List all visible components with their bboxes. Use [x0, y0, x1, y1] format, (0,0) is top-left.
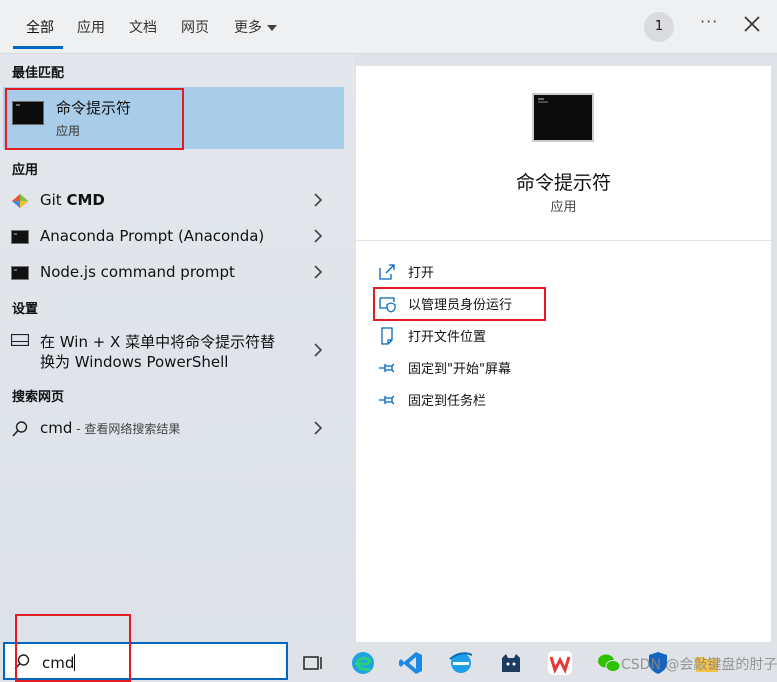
edge-browser-icon[interactable] [350, 650, 376, 676]
action-label: 固定到任务栏 [408, 394, 487, 409]
app-item-nodejs-prompt[interactable]: Node.js command prompt [0, 255, 340, 289]
app-item-label: Anaconda Prompt (Anaconda) [40, 227, 265, 245]
ie-browser-icon[interactable] [448, 650, 474, 676]
action-label: 打开 [408, 266, 435, 281]
section-web-search: 搜索网页 [12, 390, 65, 405]
tab-more-label: 更多 [234, 20, 262, 36]
top-bar: 全部 应用 文档 网页 更多 1 ··· [0, 0, 777, 54]
annotation-box-best-match [5, 88, 184, 150]
web-search-label: cmd - 查看网络搜索结果 [40, 419, 181, 437]
pin-icon [379, 363, 395, 373]
app-item-git-cmd[interactable]: Git CMD [0, 183, 340, 217]
section-apps: 应用 [12, 163, 39, 178]
tab-web[interactable]: 网页 [181, 17, 209, 37]
annotation-box-run-as-admin [373, 287, 546, 321]
preview-panel: 命令提示符 应用 打开 以管理员身份运行 打开文件位置 固定到"开始"屏幕 固定… [356, 66, 771, 642]
chevron-right-icon[interactable] [313, 421, 323, 435]
tab-apps[interactable]: 应用 [77, 17, 105, 37]
rewards-badge[interactable]: 1 [644, 12, 674, 42]
action-pin-to-start[interactable]: 固定到"开始"屏幕 [378, 357, 678, 379]
chevron-right-icon[interactable] [313, 229, 323, 243]
tab-all[interactable]: 全部 [26, 17, 54, 37]
chevron-right-icon[interactable] [313, 193, 323, 207]
action-label: 固定到"开始"屏幕 [408, 362, 511, 377]
app-item-label: Node.js command prompt [40, 263, 235, 281]
chevron-right-icon[interactable] [313, 343, 323, 357]
pin-icon [379, 395, 395, 405]
more-options-button[interactable]: ··· [700, 12, 718, 31]
preview-subtitle: 应用 [550, 200, 577, 215]
section-settings: 设置 [12, 302, 39, 317]
cat-app-icon[interactable] [498, 650, 524, 676]
section-best-match: 最佳匹配 [12, 66, 65, 81]
web-search-item[interactable]: cmd - 查看网络搜索结果 [0, 411, 340, 445]
search-icon [12, 421, 28, 437]
app-item-label: Git CMD [40, 191, 105, 209]
settings-item-label-line2: 换为 Windows PowerShell [40, 353, 229, 371]
tab-more[interactable]: 更多 [234, 17, 277, 37]
console-icon [11, 230, 29, 244]
display-icon [11, 334, 29, 346]
annotation-box-search [15, 614, 131, 682]
chevron-down-icon [267, 25, 277, 31]
settings-item-label-line1: 在 Win + X 菜单中将命令提示符替 [40, 333, 276, 351]
tab-documents[interactable]: 文档 [129, 17, 157, 37]
open-icon [379, 264, 395, 280]
settings-item-powershell[interactable]: 在 Win + X 菜单中将命令提示符替 换为 Windows PowerShe… [0, 325, 340, 373]
preview-title: 命令提示符 [515, 172, 611, 194]
watermark-text: CSDN @会敲键盘的肘子 [621, 657, 777, 673]
wechat-icon[interactable] [596, 650, 622, 676]
divider [356, 240, 771, 241]
command-prompt-icon [532, 93, 594, 142]
close-icon[interactable] [742, 14, 762, 34]
action-open-file-location[interactable]: 打开文件位置 [378, 325, 678, 347]
action-label: 打开文件位置 [408, 330, 487, 345]
task-view-icon[interactable] [300, 650, 326, 676]
vscode-icon[interactable] [398, 650, 424, 676]
action-open[interactable]: 打开 [378, 261, 678, 283]
git-diamond-icon [12, 194, 28, 208]
action-pin-to-taskbar[interactable]: 固定到任务栏 [378, 389, 678, 411]
app-item-anaconda-prompt[interactable]: Anaconda Prompt (Anaconda) [0, 219, 340, 253]
console-icon [11, 266, 29, 280]
active-tab-indicator [13, 46, 63, 49]
file-location-icon [381, 327, 393, 345]
chevron-right-icon[interactable] [313, 265, 323, 279]
wps-icon[interactable] [547, 650, 573, 676]
